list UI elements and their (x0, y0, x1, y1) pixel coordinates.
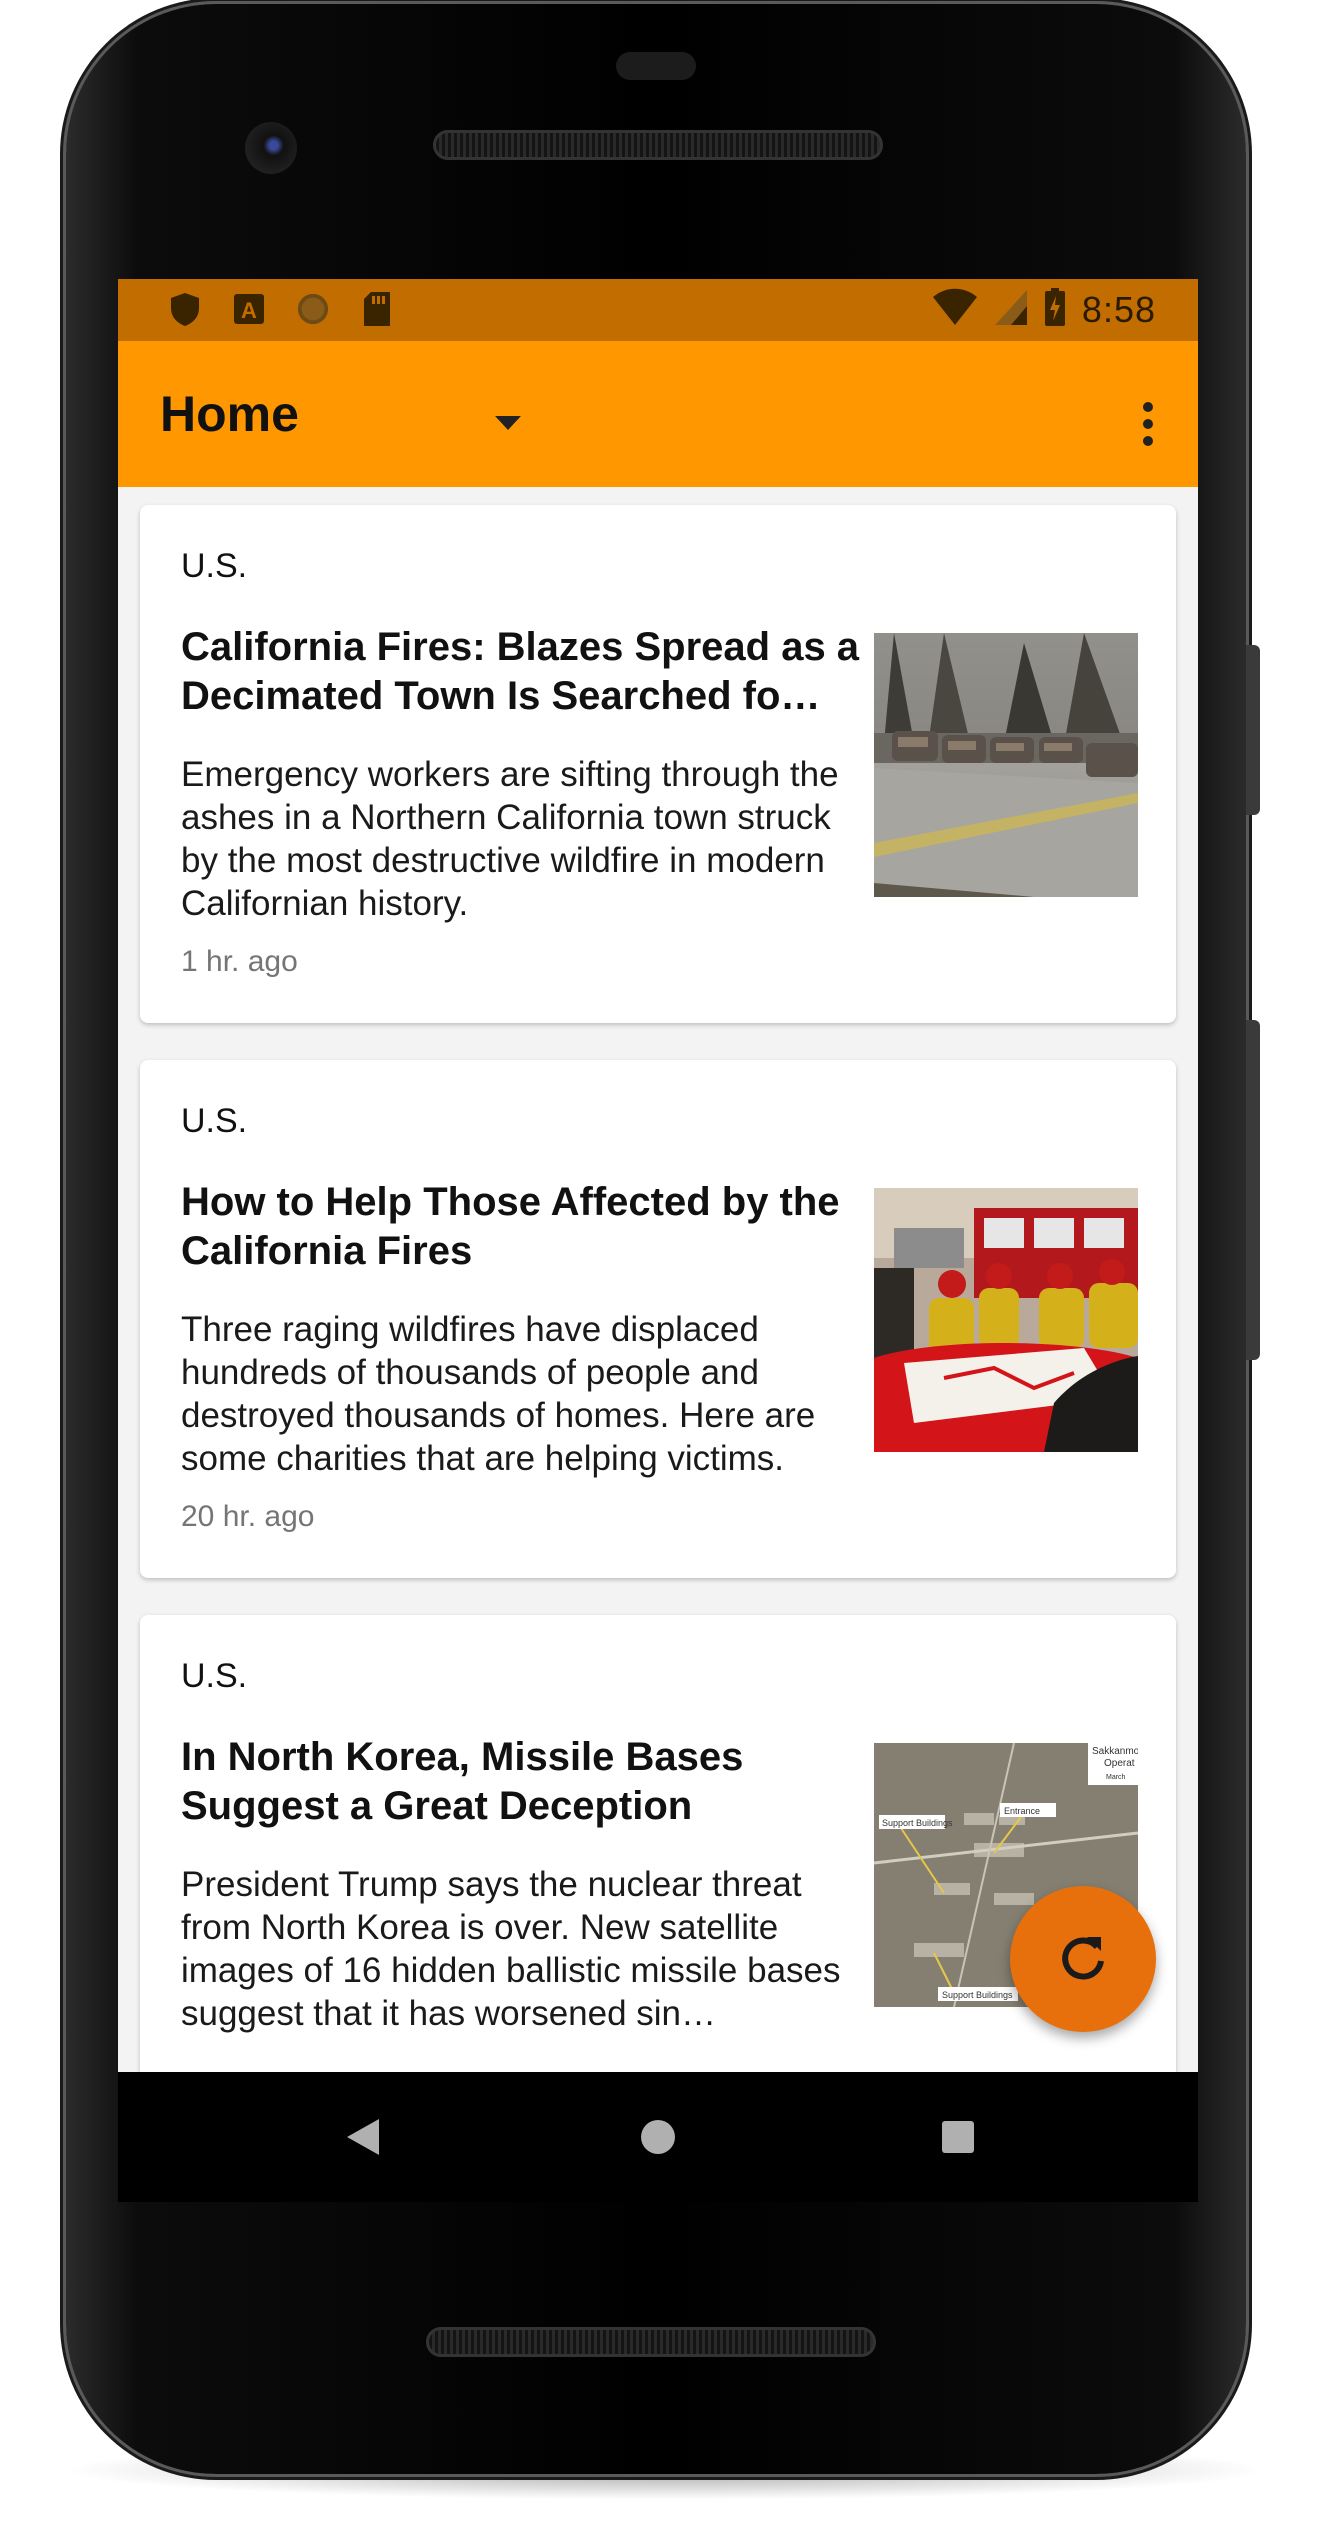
article-card[interactable]: U.S. California Fires: Blazes Spread as … (140, 505, 1176, 1023)
font-a-icon: A (232, 291, 266, 327)
article-title: How to Help Those Affected by the Califo… (181, 1180, 840, 1273)
article-time: 1 hr. ago (181, 945, 298, 978)
recents-icon (942, 2121, 974, 2153)
article-title: California Fires: Blazes Spread as a Dec… (181, 625, 860, 718)
refresh-button[interactable] (1010, 1886, 1156, 2032)
article-time: 20 hr. ago (181, 1500, 315, 1533)
home-button[interactable] (623, 2102, 693, 2172)
recents-button[interactable] (923, 2102, 993, 2172)
article-section: U.S. (181, 1657, 248, 1695)
wifi-icon (932, 287, 978, 332)
article-thumbnail (874, 633, 1138, 897)
power-button (1246, 645, 1260, 815)
status-bar: A 8:58 (118, 279, 1198, 341)
circle-icon (296, 291, 330, 327)
article-thumbnail (874, 1188, 1138, 1452)
cell-signal-icon (994, 288, 1028, 331)
battery-charging-icon (1044, 287, 1066, 332)
section-dropdown-button[interactable] (478, 393, 538, 453)
page-title[interactable]: Home (160, 385, 299, 443)
article-summary: Three raging wildfires have displaced hu… (181, 1310, 816, 1478)
back-button[interactable] (328, 2102, 398, 2172)
overflow-menu-icon (1143, 402, 1153, 446)
satellite-label: Sakkanmol (1092, 1746, 1138, 1757)
dropdown-arrow-icon (495, 416, 521, 430)
firefighters-map-photo (874, 1188, 1138, 1452)
phone-screen: A 8:58 Home U.S. California Fires: Blaze… (118, 279, 1198, 2072)
article-section: U.S. (181, 1102, 248, 1140)
app-bar: Home (118, 341, 1198, 487)
svg-text:A: A (241, 298, 257, 323)
bottom-speaker (426, 2327, 876, 2357)
shield-icon (168, 291, 202, 327)
satellite-label: March (1106, 1774, 1126, 1781)
article-card[interactable]: U.S. In North Korea, Missile Bases Sugge… (140, 1615, 1176, 2072)
article-summary: President Trump says the nuclear threat … (181, 1865, 841, 2033)
article-card[interactable]: U.S. How to Help Those Affected by the C… (140, 1060, 1176, 1578)
satellite-label: Operat (1104, 1758, 1135, 1769)
clock-time: 8:58 (1081, 288, 1156, 330)
refresh-icon (1062, 1937, 1104, 1980)
sd-card-icon (360, 291, 394, 327)
home-icon (641, 2120, 675, 2154)
top-sensor (616, 52, 696, 80)
front-camera (245, 122, 297, 174)
article-section: U.S. (181, 547, 248, 585)
satellite-label: Support Buildings (942, 1990, 1013, 2000)
top-speaker (433, 130, 883, 160)
status-notification-icons: A (168, 291, 394, 327)
back-icon (347, 2119, 379, 2155)
burned-cars-photo (874, 633, 1138, 897)
article-summary: Emergency workers are sifting through th… (181, 755, 839, 923)
overflow-menu-button[interactable] (1118, 389, 1178, 459)
satellite-label: Entrance (1004, 1806, 1040, 1816)
navigation-bar (118, 2072, 1198, 2202)
volume-button (1246, 1020, 1260, 1360)
satellite-label: Support Buildings (882, 1818, 953, 1828)
status-system-icons: 8:58 (932, 287, 1156, 332)
article-title: In North Korea, Missile Bases Suggest a … (181, 1735, 744, 1828)
